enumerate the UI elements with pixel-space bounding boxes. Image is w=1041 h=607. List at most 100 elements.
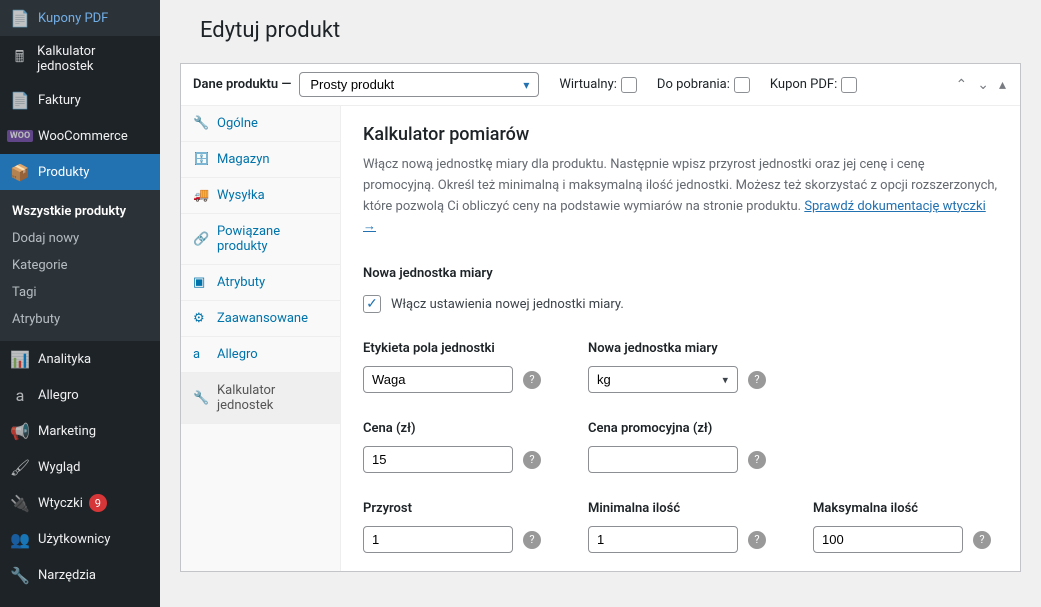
- product-tabs: 🔧 Ogólne 🗄 Magazyn 🚚 Wysyłka 🔗 Powiązane produk…: [181, 106, 341, 571]
- wygląd-icon: 🖌: [10, 457, 30, 477]
- enable-checkbox[interactable]: [363, 295, 381, 313]
- tab-allegro[interactable]: a Allegro: [181, 337, 340, 373]
- admin-sidebar: 📄Kupony PDF 🖩 Kalkulator jednostek 📄Faktury…: [0, 0, 160, 607]
- sidebar-item-kupony-pdf[interactable]: 📄Kupony PDF: [0, 0, 160, 36]
- sidebar-item-label: Wygląd: [38, 460, 80, 475]
- tab-zaawansowane[interactable]: ⚙ Zaawansowane: [181, 301, 340, 337]
- marketing-icon: 📢: [10, 421, 30, 441]
- tab-wysyłka[interactable]: 🚚 Wysyłka: [181, 178, 340, 214]
- sidebar-item-produkty[interactable]: 📦Produkty: [0, 154, 160, 190]
- ogólne-tab-icon: 🔧: [193, 116, 209, 131]
- sidebar-item-label: Narzędzia: [38, 568, 96, 583]
- sidebar-item-marketing[interactable]: 📢 Marketing: [0, 413, 160, 449]
- sidebar-item-analityka[interactable]: 📊Analityka: [0, 341, 160, 377]
- sidebar-sub-kategorie[interactable]: Kategorie: [0, 252, 160, 279]
- sidebar-item-wtyczki[interactable]: 🔌Wtyczki9: [0, 485, 160, 521]
- main-content: Edytuj produkt Dane produktu — Prosty pr…: [160, 0, 1041, 607]
- magazyn-tab-icon: 🗄: [193, 152, 209, 167]
- select-unit[interactable]: kg: [588, 366, 738, 393]
- sidebar-item-label: Wtyczki: [38, 496, 83, 511]
- narzędzia-icon: 🔧: [10, 565, 30, 585]
- sidebar-sub-wszystkie-produkty[interactable]: Wszystkie produkty: [0, 198, 160, 225]
- analityka-icon: 📊: [10, 349, 30, 369]
- wtyczki-icon: 🔌: [10, 493, 30, 513]
- sidebar-item-allegro[interactable]: a Allegro: [0, 377, 160, 413]
- help-icon[interactable]: ?: [523, 531, 541, 549]
- help-icon[interactable]: ?: [523, 371, 541, 389]
- allegro-tab-icon: a: [193, 347, 209, 362]
- tab-label: Atrybuty: [217, 275, 265, 290]
- input-max[interactable]: [813, 526, 963, 553]
- tab-label: Zaawansowane: [217, 311, 308, 326]
- help-icon[interactable]: ?: [748, 531, 766, 549]
- label-step: Przyrost: [363, 501, 548, 516]
- checkbox-icon[interactable]: [841, 77, 857, 93]
- wysyłka-tab-icon: 🚚: [193, 188, 209, 203]
- tab-magazyn[interactable]: 🗄 Magazyn: [181, 142, 340, 178]
- tab-atrybuty[interactable]: ▣ Atrybuty: [181, 265, 340, 301]
- sidebar-item-użytkownicy[interactable]: 👥 Użytkownicy: [0, 521, 160, 557]
- panel-label: Dane produktu —: [193, 77, 291, 92]
- check-do-pobrania-[interactable]: Do pobrania:: [657, 77, 750, 93]
- panel-checks: Wirtualny: Do pobrania: Kupon PDF:: [559, 77, 857, 93]
- panel-toggle-icon[interactable]: ▴: [997, 75, 1008, 95]
- tab-label: Ogólne: [217, 116, 258, 131]
- help-icon[interactable]: ?: [523, 451, 541, 469]
- sidebar-item-label: Faktury: [38, 93, 81, 108]
- page-title: Edytuj produkt: [180, 0, 1021, 63]
- input-min[interactable]: [588, 526, 738, 553]
- sidebar-item-label: Allegro: [38, 388, 79, 403]
- tab-kalkulator-jednostek[interactable]: 🔧Kalkulator jednostek: [181, 373, 340, 424]
- input-price[interactable]: [363, 446, 513, 473]
- sidebar-item-label: Kalkulator jednostek: [37, 44, 150, 74]
- użytkownicy-icon: 👥: [10, 529, 30, 549]
- sidebar-item-faktury[interactable]: 📄Faktury: [0, 82, 160, 118]
- section-label: Nowa jednostka miary: [363, 266, 998, 281]
- sidebar-item-label: Użytkownicy: [38, 532, 110, 547]
- sidebar-item-label: Kupony PDF: [38, 11, 108, 26]
- zaawansowane-tab-icon: ⚙: [193, 311, 209, 326]
- input-step[interactable]: [363, 526, 513, 553]
- sidebar-item-narzędzia[interactable]: 🔧 Narzędzia: [0, 557, 160, 593]
- product-type-select[interactable]: Prosty produkt: [299, 72, 539, 97]
- tab-powiązane-produkty[interactable]: 🔗 Powiązane produkty: [181, 214, 340, 265]
- powiązane-produkty-tab-icon: 🔗: [193, 232, 209, 247]
- sidebar-sub-tagi[interactable]: Tagi: [0, 279, 160, 306]
- kalkulator-jednostek-icon: 🖩: [10, 49, 29, 69]
- woocommerce-icon: WOO: [10, 126, 30, 146]
- panel-up-icon[interactable]: ⌃: [954, 75, 970, 95]
- checkbox-icon[interactable]: [734, 77, 750, 93]
- check-kupon-pdf-[interactable]: Kupon PDF:: [770, 77, 857, 93]
- tab-label: Allegro: [217, 347, 258, 362]
- checkbox-icon[interactable]: [621, 77, 637, 93]
- sidebar-sub-dodaj-nowy[interactable]: Dodaj nowy: [0, 225, 160, 252]
- help-icon[interactable]: ?: [748, 371, 766, 389]
- sidebar-item-label: Marketing: [38, 424, 96, 439]
- input-etykieta[interactable]: [363, 366, 513, 393]
- product-data-panel: Dane produktu — Prosty produkt Wirtualny…: [180, 63, 1021, 572]
- label-max: Maksymalna ilość: [813, 501, 998, 516]
- allegro-icon: a: [10, 385, 30, 405]
- panel-down-icon[interactable]: ⌄: [975, 75, 991, 95]
- sidebar-sub-atrybuty[interactable]: Atrybuty: [0, 306, 160, 333]
- sidebar-item-woocommerce[interactable]: WOOWooCommerce: [0, 118, 160, 154]
- tab-ogólne[interactable]: 🔧 Ogólne: [181, 106, 340, 142]
- help-icon[interactable]: ?: [973, 531, 991, 549]
- panel-header: Dane produktu — Prosty produkt Wirtualny…: [181, 64, 1020, 106]
- label-etykieta: Etykieta pola jednostki: [363, 341, 548, 356]
- sidebar-item-kalkulator-jednostek[interactable]: 🖩 Kalkulator jednostek: [0, 36, 160, 82]
- input-sale-price[interactable]: [588, 446, 738, 473]
- sidebar-item-wygląd[interactable]: 🖌 Wygląd: [0, 449, 160, 485]
- check-wirtualny-[interactable]: Wirtualny:: [559, 77, 637, 93]
- enable-label: Włącz ustawienia nowej jednostki miary.: [391, 297, 624, 312]
- atrybuty-tab-icon: ▣: [193, 275, 209, 290]
- tab-label: Powiązane produkty: [217, 224, 328, 254]
- produkty-icon: 📦: [10, 162, 30, 182]
- tab-label: Kalkulator jednostek: [217, 383, 328, 413]
- help-icon[interactable]: ?: [748, 451, 766, 469]
- label-sale-price: Cena promocyjna (zł): [588, 421, 773, 436]
- tab-label: Magazyn: [217, 152, 270, 167]
- content-title: Kalkulator pomiarów: [363, 124, 998, 145]
- tab-label: Wysyłka: [217, 188, 265, 203]
- tab-content: Kalkulator pomiarów Włącz nową jednostkę…: [341, 106, 1020, 571]
